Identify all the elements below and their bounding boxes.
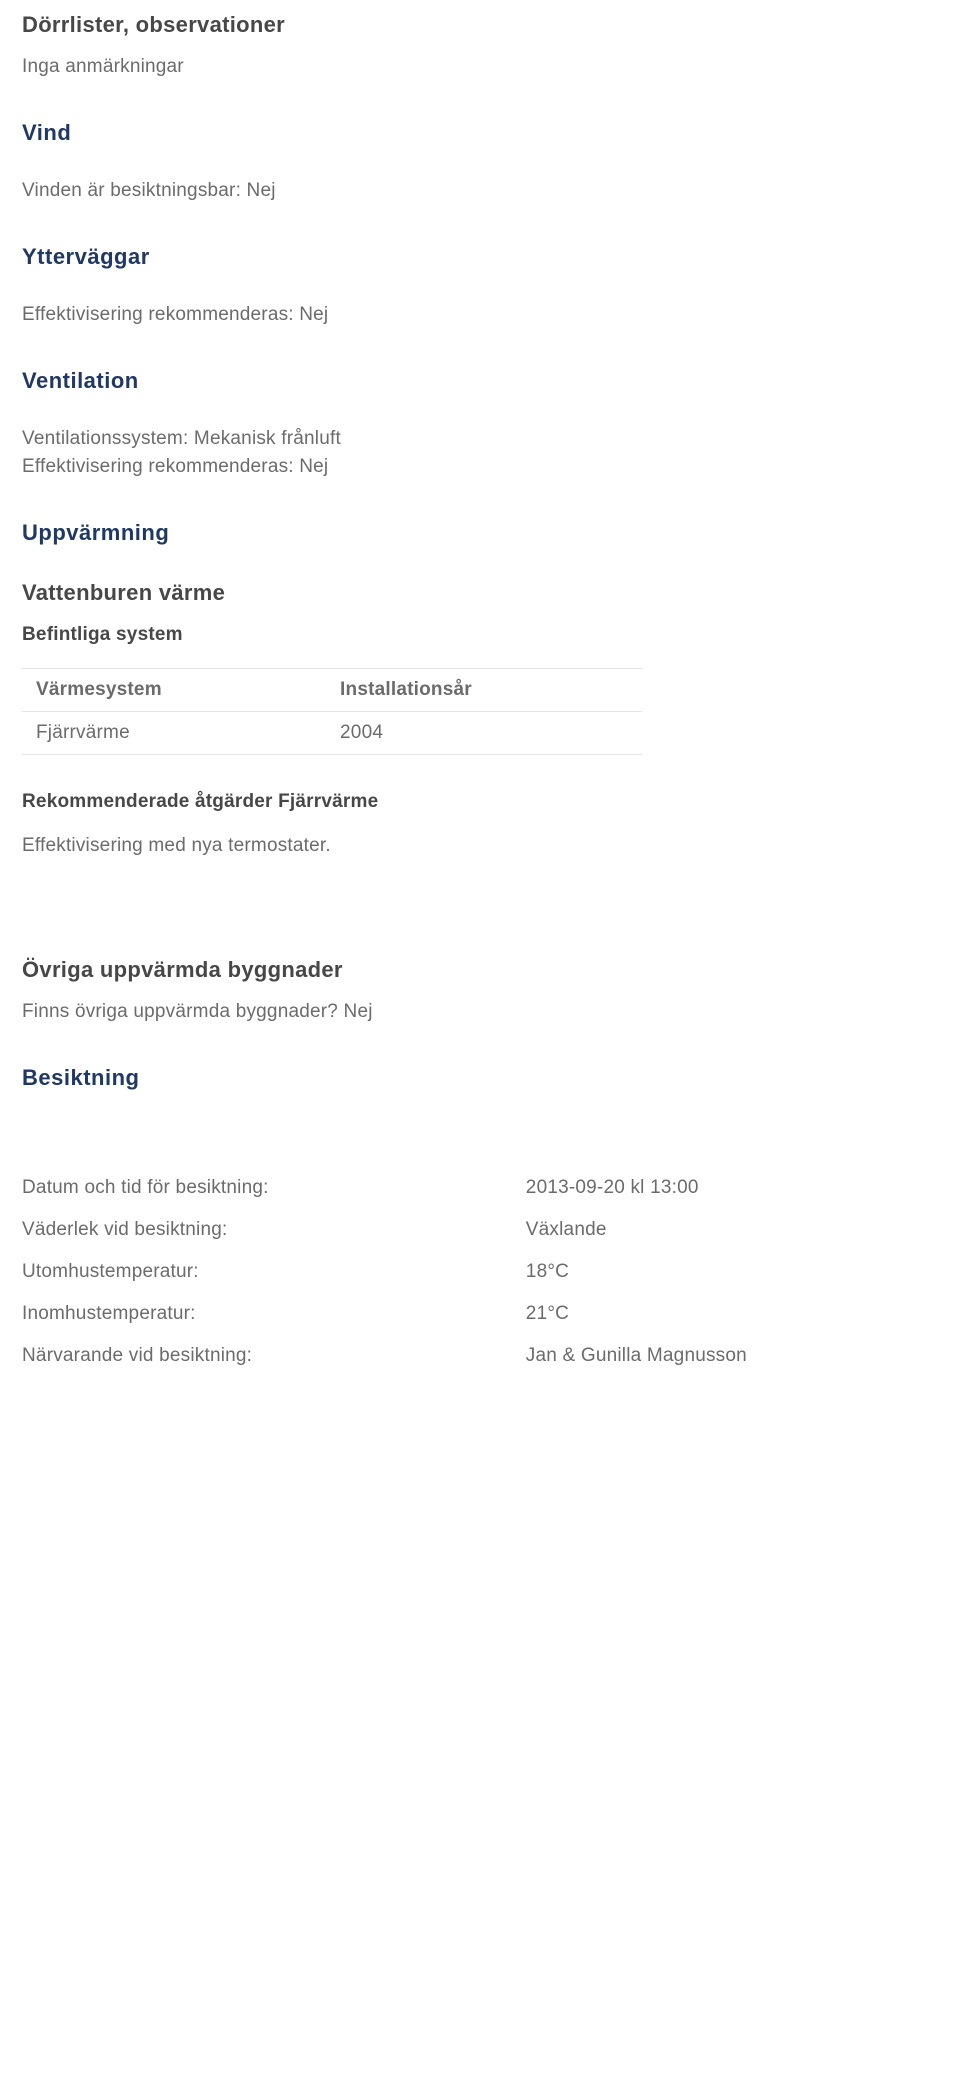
heading-dorrlister: Dörrlister, observationer [22, 12, 938, 38]
document-page: Dörrlister, observationer Inga anmärknin… [0, 0, 960, 1417]
row-inomhustemperatur: Inomhustemperatur: 21°C [22, 1293, 938, 1335]
heading-ovriga-byggnader: Övriga uppvärmda byggnader [22, 957, 938, 983]
value-utomhustemperatur: 18°C [526, 1251, 938, 1293]
value-datum: 2013-09-20 kl 13:00 [526, 1167, 938, 1209]
table-header-row: Värmesystem Installationsår [22, 669, 642, 712]
heading-vind: Vind [22, 120, 938, 146]
text-ventilation-line2: Effektivisering rekommenderas: Nej [22, 456, 938, 478]
row-datum: Datum och tid för besiktning: 2013-09-20… [22, 1167, 938, 1209]
label-datum: Datum och tid för besiktning: [22, 1167, 526, 1209]
label-narvarande: Närvarande vid besiktning: [22, 1335, 526, 1377]
text-dorrlister: Inga anmärkningar [22, 56, 938, 78]
heading-yttervaggar: Ytterväggar [22, 244, 938, 270]
row-narvarande: Närvarande vid besiktning: Jan & Gunilla… [22, 1335, 938, 1377]
subheading-befintliga-system: Befintliga system [22, 624, 938, 646]
value-inomhustemperatur: 21°C [526, 1293, 938, 1335]
subheading-vattenburen: Vattenburen värme [22, 580, 938, 606]
heading-ventilation: Ventilation [22, 368, 938, 394]
table-row: Fjärrvärme 2004 [22, 712, 642, 755]
subheading-rekommenderade: Rekommenderade åtgärder Fjärrvärme [22, 791, 938, 813]
table-header-varmesystem: Värmesystem [22, 669, 326, 712]
text-ventilation-line1: Ventilationssystem: Mekanisk frånluft [22, 428, 938, 450]
label-vaderlek: Väderlek vid besiktning: [22, 1209, 526, 1251]
spacer [22, 899, 938, 957]
value-narvarande: Jan & Gunilla Magnusson [526, 1335, 938, 1377]
befintliga-system-table: Värmesystem Installationsår Fjärrvärme 2… [22, 668, 642, 755]
row-utomhustemperatur: Utomhustemperatur: 18°C [22, 1251, 938, 1293]
text-yttervaggar: Effektivisering rekommenderas: Nej [22, 304, 938, 326]
row-vaderlek: Väderlek vid besiktning: Växlande [22, 1209, 938, 1251]
heading-uppvarmning: Uppvärmning [22, 520, 938, 546]
text-ovriga-byggnader: Finns övriga uppvärmda byggnader? Nej [22, 1001, 938, 1023]
label-inomhustemperatur: Inomhustemperatur: [22, 1293, 526, 1335]
text-rekommenderade: Effektivisering med nya termostater. [22, 835, 938, 857]
spacer [22, 1125, 938, 1161]
table-header-installationsar: Installationsår [326, 669, 642, 712]
heading-besiktning: Besiktning [22, 1065, 938, 1091]
label-utomhustemperatur: Utomhustemperatur: [22, 1251, 526, 1293]
besiktning-details-table: Datum och tid för besiktning: 2013-09-20… [22, 1167, 938, 1377]
text-vind: Vinden är besiktningsbar: Nej [22, 180, 938, 202]
table-cell-installationsar: 2004 [326, 712, 642, 755]
value-vaderlek: Växlande [526, 1209, 938, 1251]
table-cell-varmesystem: Fjärrvärme [22, 712, 326, 755]
